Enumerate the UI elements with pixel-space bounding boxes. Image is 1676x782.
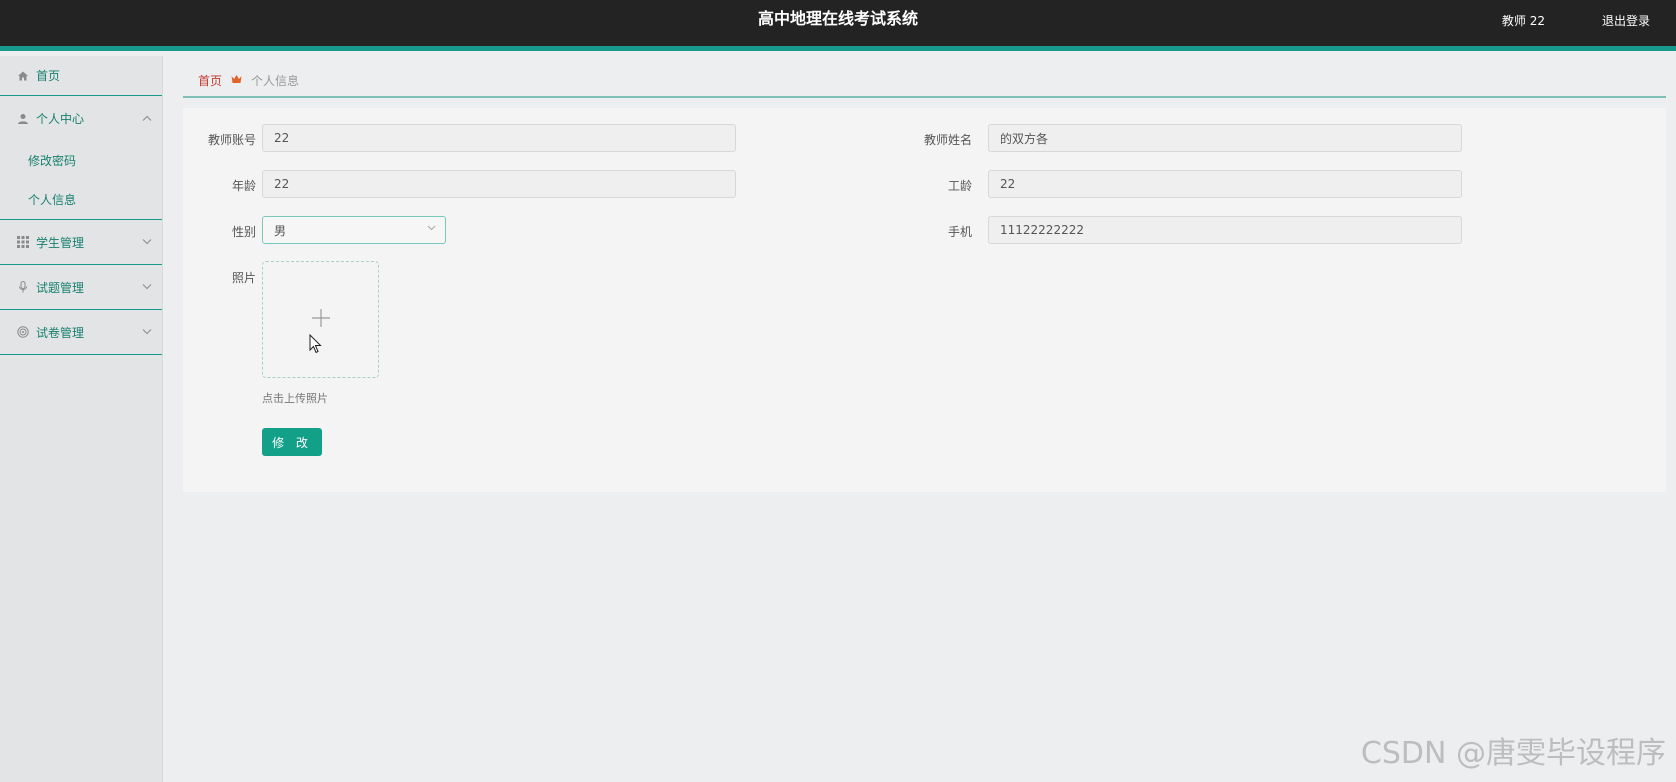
sidebar-item-question-mgmt[interactable]: 试题管理 (0, 265, 162, 310)
target-icon (16, 325, 30, 339)
gender-value: 男 (274, 223, 287, 238)
profile-form: 教师账号 22 教师姓名 的双方各 年龄 22 工龄 22 性别 男 手机 11… (183, 108, 1666, 492)
sidebar-item-label: 个人中心 (36, 112, 85, 126)
photo-label: 照片 (231, 271, 256, 285)
mouse-pointer-icon (309, 333, 322, 354)
watermark: CSDN @唐雯毕设程序 (1360, 736, 1666, 771)
app-title: 高中地理在线考试系统 (757, 9, 918, 28)
name-label: 教师姓名 (923, 133, 972, 147)
gender-select[interactable]: 男 (262, 216, 446, 244)
sidebar-item-label: 试卷管理 (36, 325, 85, 340)
home-icon (16, 69, 30, 83)
grid-icon (16, 235, 30, 249)
sidebar-item-personal-info[interactable]: 个人信息 (0, 180, 162, 219)
top-header: 高中地理在线考试系统 教师 22 退出登录 (0, 0, 1676, 51)
submit-button[interactable]: 修 改 (262, 428, 322, 456)
phone-value: 11122222222 (1000, 223, 1084, 237)
personal-center-submenu: 修改密码 个人信息 (0, 141, 162, 220)
sidebar-item-change-password[interactable]: 修改密码 (0, 141, 162, 180)
microphone-icon (16, 280, 30, 294)
name-input[interactable]: 的双方各 (988, 124, 1462, 152)
logout-link[interactable]: 退出登录 (1602, 12, 1650, 29)
breadcrumb-home[interactable]: 首页 (198, 72, 222, 89)
plus-icon (311, 308, 331, 328)
age-label: 年龄 (231, 179, 256, 193)
account-value: 22 (274, 131, 290, 145)
crown-icon (231, 74, 242, 87)
sidebar-item-label: 首页 (36, 69, 61, 83)
seniority-input[interactable]: 22 (988, 170, 1462, 198)
age-value: 22 (274, 177, 290, 191)
sidebar-item-home[interactable]: 首页 (0, 56, 162, 96)
upload-tip: 点击上传照片 (262, 392, 328, 405)
chevron-down-icon (427, 223, 436, 234)
phone-label: 手机 (947, 225, 972, 239)
name-value: 的双方各 (1000, 131, 1049, 146)
sidebar-item-label: 学生管理 (36, 235, 85, 250)
account-label: 教师账号 (207, 133, 256, 147)
chevron-down-icon (142, 282, 152, 293)
gender-label: 性别 (231, 225, 256, 239)
sidebar-item-paper-mgmt[interactable]: 试卷管理 (0, 310, 162, 355)
breadcrumb-current: 个人信息 (251, 73, 300, 88)
sidebar-item-personal-center[interactable]: 个人中心 (0, 96, 162, 141)
sidebar-item-label: 试题管理 (36, 280, 85, 295)
user-icon (16, 112, 30, 126)
chevron-up-icon (142, 113, 152, 124)
breadcrumb: 首页 个人信息 (183, 64, 1666, 98)
chevron-down-icon (142, 237, 152, 248)
current-user: 教师 22 (1501, 14, 1545, 28)
seniority-label: 工龄 (947, 179, 972, 193)
photo-upload[interactable] (262, 261, 379, 378)
sidebar: 首页 个人中心 修改密码 个人信息 学生管理 试题管理 试卷管理 (0, 56, 163, 782)
phone-input[interactable]: 11122222222 (988, 216, 1462, 244)
seniority-value: 22 (1000, 177, 1016, 191)
chevron-down-icon (142, 327, 152, 338)
account-input[interactable]: 22 (262, 124, 736, 152)
age-input[interactable]: 22 (262, 170, 736, 198)
sidebar-item-student-mgmt[interactable]: 学生管理 (0, 220, 162, 265)
